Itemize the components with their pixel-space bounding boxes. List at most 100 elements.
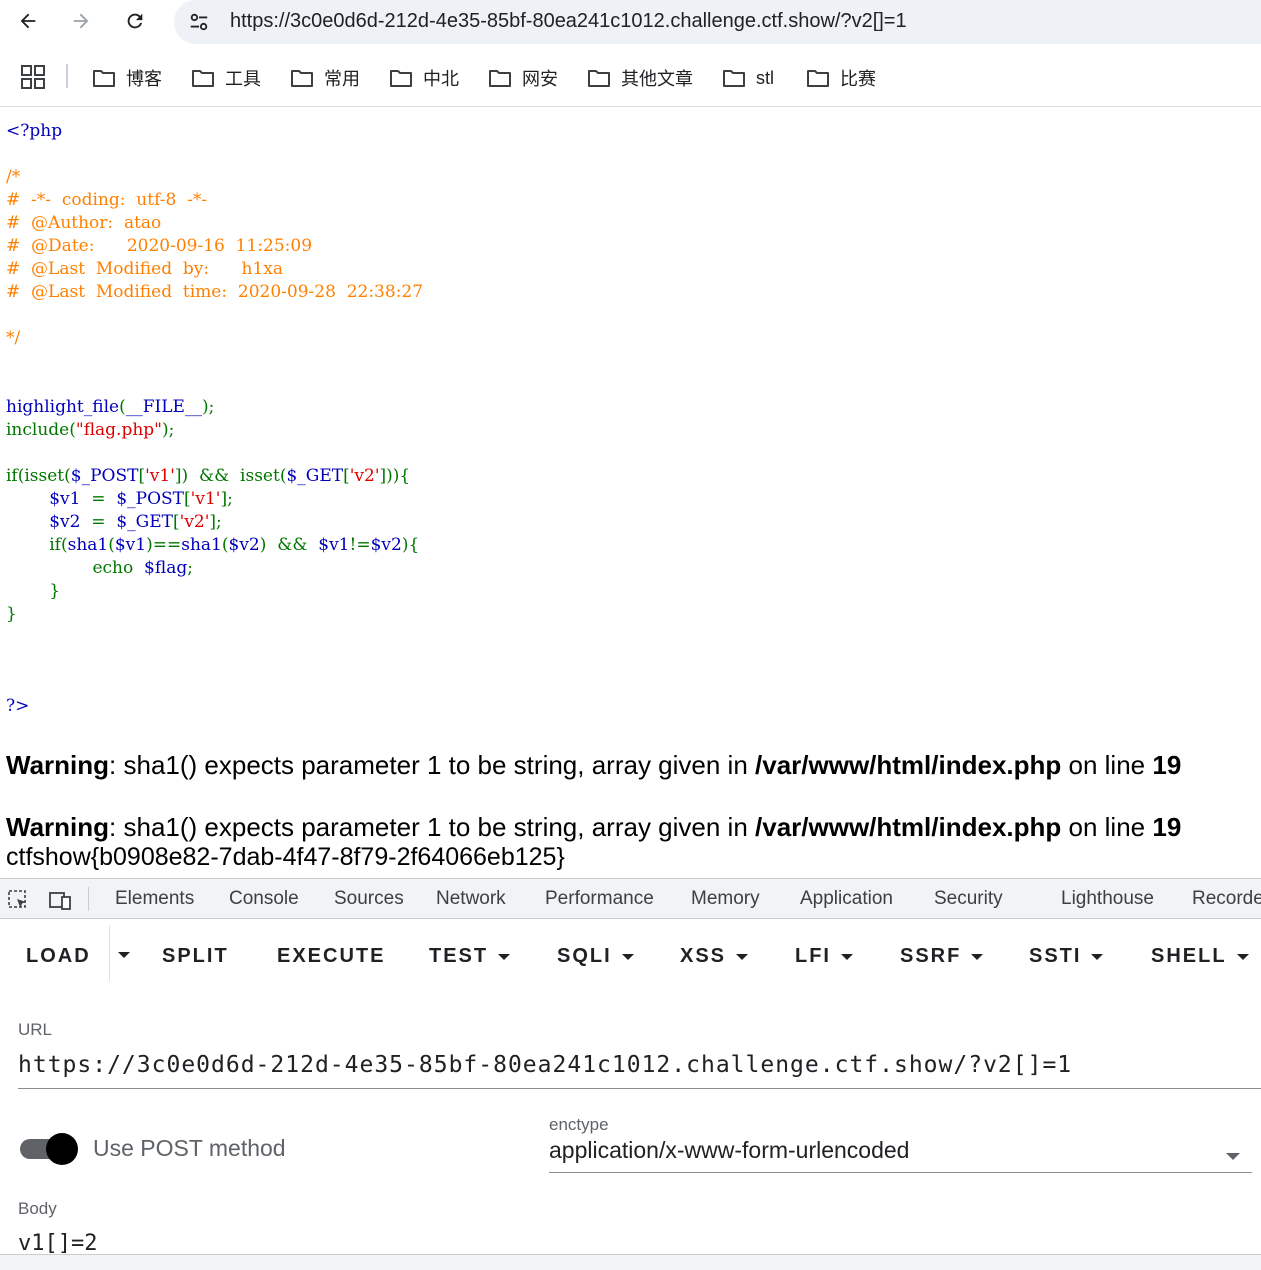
- bookmark-label: 中北: [423, 69, 459, 89]
- devtools-tab[interactable]: Performance: [545, 888, 654, 910]
- devtools-tab[interactable]: Memory: [691, 888, 760, 910]
- hackbar-url-input[interactable]: https://3c0e0d6d-212d-4e35-85bf-80ea241c…: [18, 1049, 1261, 1089]
- bookmark-item[interactable]: 博客: [92, 64, 162, 92]
- hackbar-button[interactable]: LOAD: [26, 945, 91, 968]
- warning-label: Warning: [6, 812, 110, 842]
- code-line: include("flag.php");: [6, 419, 423, 442]
- hackbar-button[interactable]: SPLIT: [162, 945, 229, 968]
- reload-button[interactable]: [120, 6, 150, 36]
- code-token: */: [6, 328, 21, 348]
- hackbar-button[interactable]: TEST: [429, 945, 511, 968]
- post-method-toggle[interactable]: [20, 1133, 78, 1165]
- bookmark-item[interactable]: 常用: [290, 64, 360, 92]
- code-token: $_GET: [116, 512, 173, 532]
- bookmark-item[interactable]: stl: [722, 64, 774, 92]
- folder-icon: [723, 70, 745, 87]
- code-line: echo $flag;: [6, 557, 423, 580]
- address-bar[interactable]: https://3c0e0d6d-212d-4e35-85bf-80ea241c…: [174, 0, 1261, 44]
- code-token: if(: [6, 535, 68, 555]
- warning-message: Warning: sha1() expects parameter 1 to b…: [6, 750, 1181, 781]
- code-token: if(isset(: [6, 466, 71, 486]
- drawer-strip: [0, 1254, 1261, 1270]
- code-token: $v2: [370, 535, 402, 555]
- bookmark-item[interactable]: 比赛: [806, 64, 876, 92]
- devtools-tab[interactable]: Application: [800, 888, 893, 910]
- url-text[interactable]: https://3c0e0d6d-212d-4e35-85bf-80ea241c…: [230, 10, 907, 33]
- devtools-panel: Elements Console Sources Network Performance…: [0, 878, 1261, 1270]
- hackbar-button-label: SSRF: [900, 945, 962, 967]
- hackbar-button-label: SPLIT: [162, 945, 229, 967]
- code-token: # @Last Modified by: h1xa: [6, 259, 284, 279]
- hackbar-button[interactable]: LFI: [795, 945, 853, 968]
- device-toolbar-icon[interactable]: [48, 888, 72, 912]
- load-dropdown-button[interactable]: [118, 952, 130, 958]
- devtools-tab[interactable]: Console: [229, 888, 299, 910]
- bookmark-item[interactable]: 其他文章: [587, 64, 693, 92]
- code-line: }: [6, 603, 423, 626]
- code-token: }: [6, 581, 61, 601]
- bookmark-item[interactable]: 工具: [191, 64, 261, 92]
- folder-icon: [489, 70, 511, 87]
- hackbar-button[interactable]: XSS: [680, 945, 749, 968]
- inspect-element-icon[interactable]: [6, 888, 30, 912]
- site-info-icon[interactable]: [186, 10, 212, 34]
- enctype-select[interactable]: application/x-www-form-urlencoded: [549, 1137, 1252, 1173]
- code-token: [: [173, 512, 180, 532]
- chevron-down-icon: [621, 953, 634, 960]
- code-line: # @Last Modified by: h1xa: [6, 258, 423, 281]
- apps-grid-icon[interactable]: [20, 64, 46, 90]
- bookmark-item[interactable]: 网安: [488, 64, 558, 92]
- code-token: # @Author: atao: [6, 213, 162, 233]
- code-token: 'v2': [349, 466, 380, 486]
- hackbar-button[interactable]: SSRF: [900, 945, 984, 968]
- bookmark-item[interactable]: 中北: [389, 64, 459, 92]
- content-divider: [0, 106, 1261, 107]
- hackbar-button[interactable]: SHELL: [1151, 945, 1249, 968]
- hackbar-button[interactable]: SSTI: [1029, 945, 1104, 968]
- code-token: !=: [349, 535, 371, 555]
- code-line: $v2 = $_GET['v2'];: [6, 511, 423, 534]
- code-token: $v2: [49, 512, 92, 532]
- bookmarks-bar: 博客 工具 常用 中北 网安 其他文章 stl 比赛: [0, 56, 1261, 100]
- devtools-tab[interactable]: Lighthouse: [1061, 888, 1154, 910]
- warning-line-number: 19: [1152, 750, 1182, 780]
- hackbar-button[interactable]: EXECUTE: [277, 945, 385, 968]
- code-token: /*: [6, 167, 21, 187]
- devtools-tab[interactable]: Network: [436, 888, 506, 910]
- devtools-tab[interactable]: Elements: [115, 888, 194, 910]
- back-button[interactable]: [13, 6, 43, 36]
- chevron-down-icon: [736, 953, 749, 960]
- devtools-tab[interactable]: Recorde: [1192, 888, 1261, 910]
- post-method-label: Use POST method: [93, 1135, 286, 1161]
- hackbar-toolbar: LOAD SPLIT EXECUTE TEST SQLI XSS LFI SSRF SSTI SH…: [0, 919, 1261, 995]
- hackbar-button-label: XSS: [680, 945, 727, 967]
- code-token: sha1: [181, 535, 222, 555]
- warning-file: /var/www/html/index.php: [755, 812, 1062, 842]
- devtools-tab[interactable]: Sources: [334, 888, 404, 910]
- body-label: Body: [18, 1199, 57, 1218]
- code-token: <?php: [6, 121, 63, 141]
- code-token: ;: [187, 558, 193, 578]
- code-line: /*: [6, 166, 423, 189]
- devtools-tab[interactable]: Security: [934, 888, 1003, 910]
- flag-output: ctfshow{b0908e82-7dab-4f47-8f79-2f64066e…: [6, 843, 565, 871]
- url-label: URL: [18, 1020, 53, 1039]
- folder-icon: [807, 70, 829, 87]
- hackbar-button-label: SQLI: [557, 945, 612, 967]
- code-token: sha1: [67, 535, 109, 555]
- chevron-down-icon: [1236, 953, 1249, 960]
- code-token: $v1: [49, 489, 92, 509]
- forward-button[interactable]: [66, 6, 96, 36]
- bookmark-label: 比赛: [840, 69, 876, 89]
- code-token: $v2: [228, 535, 260, 555]
- folder-icon: [291, 70, 313, 87]
- hackbar-button[interactable]: SQLI: [557, 945, 634, 968]
- code-token: $_POST: [70, 466, 139, 486]
